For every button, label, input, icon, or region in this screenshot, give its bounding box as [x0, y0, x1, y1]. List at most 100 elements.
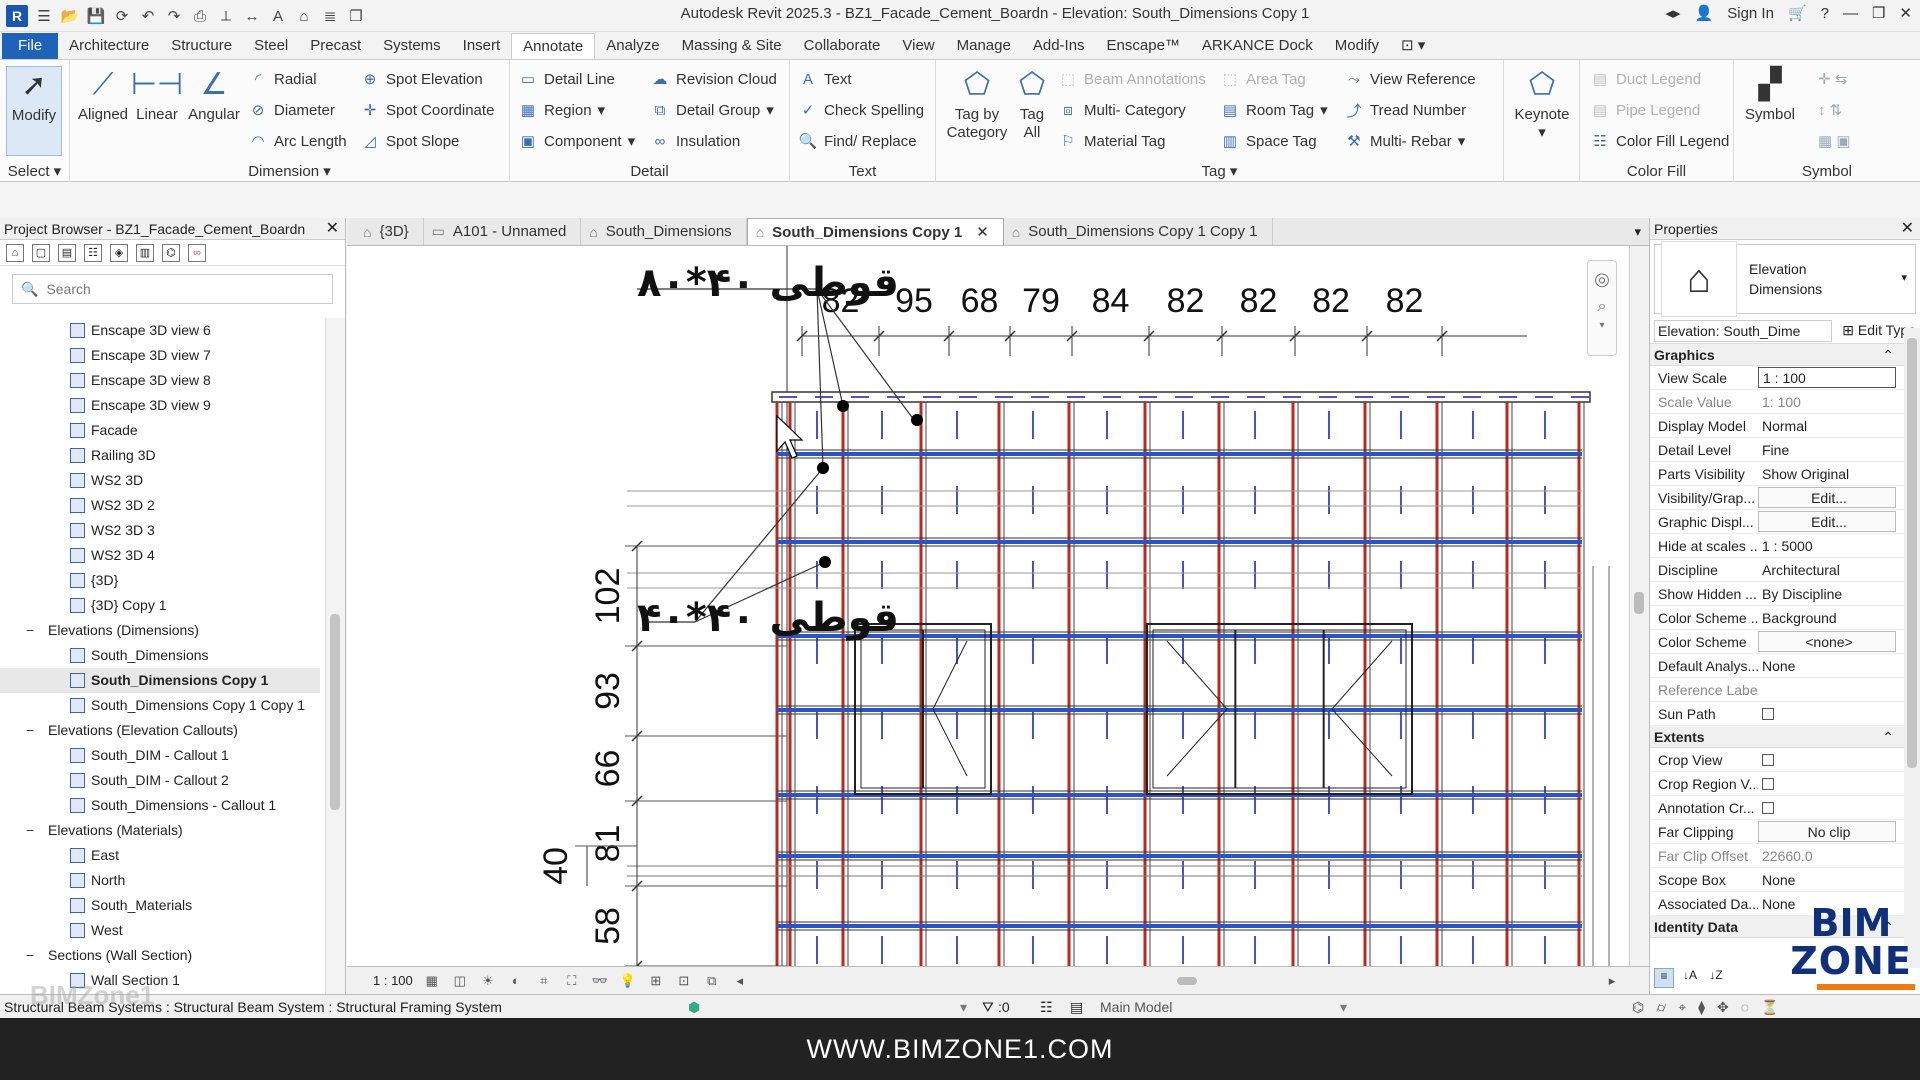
collapse-icon[interactable]: − [26, 818, 40, 843]
dimension-group-label[interactable]: Dimension ▾ [70, 162, 509, 180]
ribbon-tab-steel[interactable]: Steel [243, 33, 299, 59]
categorize-icon[interactable]: ≡ [1654, 968, 1674, 988]
sign-in-link[interactable]: Sign In [1727, 5, 1774, 22]
close-tab-icon[interactable]: ✕ [976, 223, 989, 241]
tree-view-item[interactable]: Railing 3D [0, 443, 320, 468]
navigation-bar[interactable]: ◎ ⌕ ▾ [1587, 260, 1617, 356]
tree-view-item[interactable]: Facade [0, 418, 320, 443]
beam-annotations-button[interactable]: ⬚ Beam Annotations [1058, 68, 1206, 90]
ribbon-tab-collaborate[interactable]: Collaborate [793, 33, 892, 59]
tree-view-item[interactable]: Enscape 3D view 9 [0, 393, 320, 418]
multi-category-button[interactable]: ⧈ Multi- Category [1058, 99, 1185, 121]
color-fill-legend-button[interactable]: ☷ Color Fill Legend [1590, 130, 1729, 152]
aligned-button[interactable]: ⟋ Aligned [78, 66, 128, 124]
property-checkbox[interactable] [1762, 802, 1774, 814]
collapse-icon[interactable]: ⌃ [1882, 344, 1894, 366]
tree-group[interactable]: − Sections (Wall Section) [0, 943, 320, 968]
property-section-header[interactable]: Graphics ⌃ [1650, 344, 1920, 366]
property-value[interactable]: 1 : 100 [1758, 367, 1896, 388]
close-icon[interactable]: ✕ [1901, 218, 1914, 240]
ribbon-tab-enscape-[interactable]: Enscape™ [1096, 33, 1191, 59]
temporary-view-properties-icon[interactable]: ⊞ [647, 972, 665, 990]
fabric-symbol-icon[interactable]: ▦ ▣ [1818, 130, 1851, 152]
scrollbar-thumb[interactable] [1634, 592, 1644, 614]
shadows-icon[interactable]: ◐ [507, 972, 525, 990]
property-button[interactable]: <none> [1758, 631, 1896, 652]
tree-view-item[interactable]: South_Materials [0, 893, 320, 918]
scroll-left-icon[interactable]: ◂ [731, 972, 749, 990]
component-button[interactable]: ▣ Component ▾ [518, 130, 635, 152]
minimize-icon[interactable]: — [1843, 5, 1858, 22]
ribbon-tab-architecture[interactable]: Architecture [58, 33, 160, 59]
tree-view-item[interactable]: North [0, 868, 320, 893]
view-tab[interactable]: ▭ A101 - Unnamed [424, 218, 582, 245]
scrollbar-thumb[interactable] [1907, 338, 1917, 768]
ribbon-tab-annotate[interactable]: Annotate [511, 33, 596, 59]
chevron-down-icon[interactable]: ▾ [1588, 320, 1616, 331]
collapse-icon[interactable]: − [26, 718, 40, 743]
find-replace-button[interactable]: 🔍 Find/ Replace [798, 130, 917, 152]
tag-group-label[interactable]: Tag ▾ [936, 162, 1503, 180]
span-direction-icon[interactable]: ↕ ⇅ [1818, 99, 1842, 121]
text-button[interactable]: A Text [798, 68, 852, 90]
home-icon[interactable]: ⌂ [6, 243, 24, 262]
ribbon-tab-analyze[interactable]: Analyze [595, 33, 670, 59]
tree-view-item[interactable]: {3D} Copy 1 [0, 593, 320, 618]
property-button[interactable]: Edit... [1758, 511, 1896, 532]
tree-view-item[interactable]: WS2 3D [0, 468, 320, 493]
sort-ascending-icon[interactable]: ↓A [1680, 968, 1700, 988]
steering-wheel-icon[interactable]: ◎ [1588, 269, 1616, 290]
diameter-button[interactable]: ⊘ Diameter [248, 99, 335, 121]
tree-view-item[interactable]: {3D} [0, 568, 320, 593]
family-icon[interactable]: ◈ [110, 243, 128, 262]
view-tab[interactable]: ⌂ South_Dimensions [581, 218, 747, 245]
sheet-icon[interactable]: ▤ [58, 243, 76, 262]
pipe-legend-button[interactable]: ▤ Pipe Legend [1590, 99, 1700, 121]
visual-style-icon[interactable]: ◫ [451, 972, 469, 990]
multi-rebar-button[interactable]: ⚒ Multi- Rebar ▾ [1344, 130, 1465, 152]
tree-view-item[interactable]: Enscape 3D view 6 [0, 318, 320, 343]
search-input[interactable]: Search [46, 281, 90, 297]
collapse-icon[interactable]: ⌃ [1882, 726, 1894, 748]
revision-cloud-button[interactable]: ☁ Revision Cloud [650, 68, 777, 90]
collapse-icon[interactable]: − [26, 618, 40, 643]
chevron-down-icon[interactable]: ▾ [1340, 995, 1347, 1018]
tag-by-category-button[interactable]: ⬠ Tag by Category [946, 66, 1008, 142]
view-reference-button[interactable]: ⤳ View Reference [1344, 68, 1476, 90]
collapse-icon[interactable]: − [26, 943, 40, 968]
tree-view-item[interactable]: South_Dimensions Copy 1 [0, 668, 320, 693]
tree-view-item[interactable]: East [0, 843, 320, 868]
cart-icon[interactable]: 🛒 [1788, 4, 1807, 22]
detail-line-button[interactable]: ▭ Detail Line [518, 68, 615, 90]
detail-level-icon[interactable]: ▦ [423, 972, 441, 990]
scrollbar-thumb[interactable] [330, 614, 340, 810]
help-icon[interactable]: ? [1821, 5, 1829, 22]
zoom-icon[interactable]: ⌕ [1588, 298, 1616, 316]
view-tab[interactable]: ⌂ South_Dimensions Copy 1 ✕ [746, 218, 1004, 245]
tree-group[interactable]: − Elevations (Elevation Callouts) [0, 718, 320, 743]
view-scale[interactable]: 1 : 100 [373, 973, 413, 988]
tree-view-item[interactable]: West [0, 918, 320, 943]
stair-path-icon[interactable]: ✛ ⇆ [1818, 68, 1847, 90]
tree-view-item[interactable]: South_Dimensions [0, 643, 320, 668]
ribbon-tab-modify[interactable]: Modify [1324, 33, 1390, 59]
ribbon-options-icon[interactable]: ⊡ ▾ [1390, 33, 1436, 59]
tree-view-item[interactable]: WS2 3D 3 [0, 518, 320, 543]
tree-view-item[interactable]: WS2 3D 4 [0, 543, 320, 568]
constraints-icon[interactable]: ⧉ [703, 972, 721, 990]
material-tag-button[interactable]: ⚐ Material Tag [1058, 130, 1165, 152]
room-tag-button[interactable]: ▤ Room Tag ▾ [1220, 99, 1328, 121]
ribbon-tab-add-ins[interactable]: Add-Ins [1022, 33, 1096, 59]
property-section-header[interactable]: Extents ⌃ [1650, 726, 1920, 748]
group-icon[interactable]: ▥ [136, 243, 154, 262]
nav-arrows-icon[interactable]: ◂▸ [1665, 4, 1680, 22]
symbol-button[interactable]: ▞ Symbol [1742, 66, 1798, 124]
selection-filter-icon[interactable]: ⛛ [982, 995, 994, 1018]
chevron-down-icon[interactable]: ▾ [960, 995, 967, 1018]
tree-view-item[interactable]: South_DIM - Callout 1 [0, 743, 320, 768]
instance-dropdown[interactable]: Elevation: South_Dime [1654, 319, 1833, 342]
tread-number-button[interactable]: ⤴ Tread Number [1344, 99, 1466, 121]
check-spelling-button[interactable]: ✓ Check Spelling [798, 99, 924, 121]
horizontal-scrollbar-thumb[interactable] [1177, 977, 1197, 985]
sort-descending-icon[interactable]: ↓Z [1706, 968, 1726, 988]
